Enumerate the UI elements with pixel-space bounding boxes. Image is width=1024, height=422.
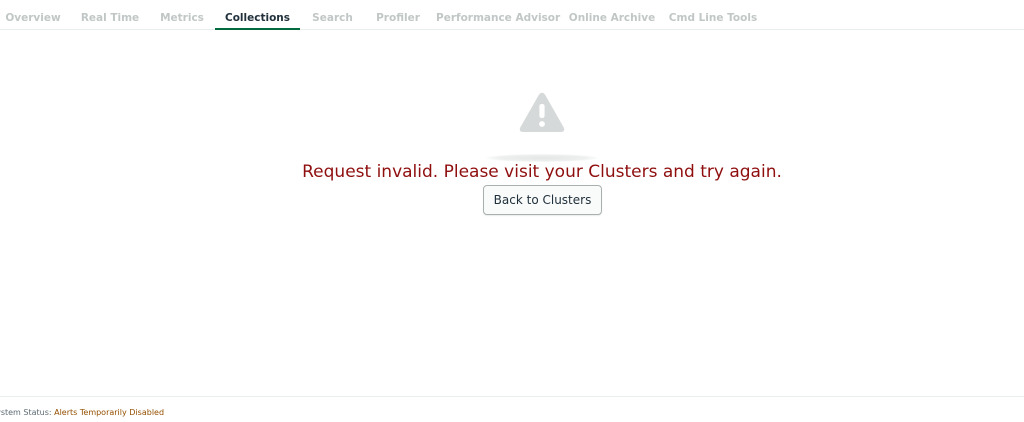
tab-overview[interactable]: Overview xyxy=(0,0,66,30)
system-status: System Status: Alerts Temporarily Disabl… xyxy=(0,407,164,419)
system-status-value[interactable]: Alerts Temporarily Disabled xyxy=(54,408,164,417)
tab-collections[interactable]: Collections xyxy=(215,0,300,30)
error-message: Request invalid. Please visit your Clust… xyxy=(302,162,782,182)
tab-profiler[interactable]: Profiler xyxy=(370,0,426,30)
tab-bar: Overview Real Time Metrics Collections S… xyxy=(0,0,1024,30)
tab-metrics[interactable]: Metrics xyxy=(153,0,211,30)
footer: System Status: Alerts Temporarily Disabl… xyxy=(0,396,1024,422)
tab-performance-advisor[interactable]: Performance Advisor xyxy=(436,0,560,30)
tab-cmd-line-tools[interactable]: Cmd Line Tools xyxy=(667,0,759,30)
tab-online-archive[interactable]: Online Archive xyxy=(567,0,657,30)
tab-search[interactable]: Search xyxy=(305,0,360,30)
system-status-label: System Status: xyxy=(0,408,52,417)
warning-icon xyxy=(519,92,565,132)
tab-real-time[interactable]: Real Time xyxy=(76,0,144,30)
back-to-clusters-button[interactable]: Back to Clusters xyxy=(483,185,602,215)
